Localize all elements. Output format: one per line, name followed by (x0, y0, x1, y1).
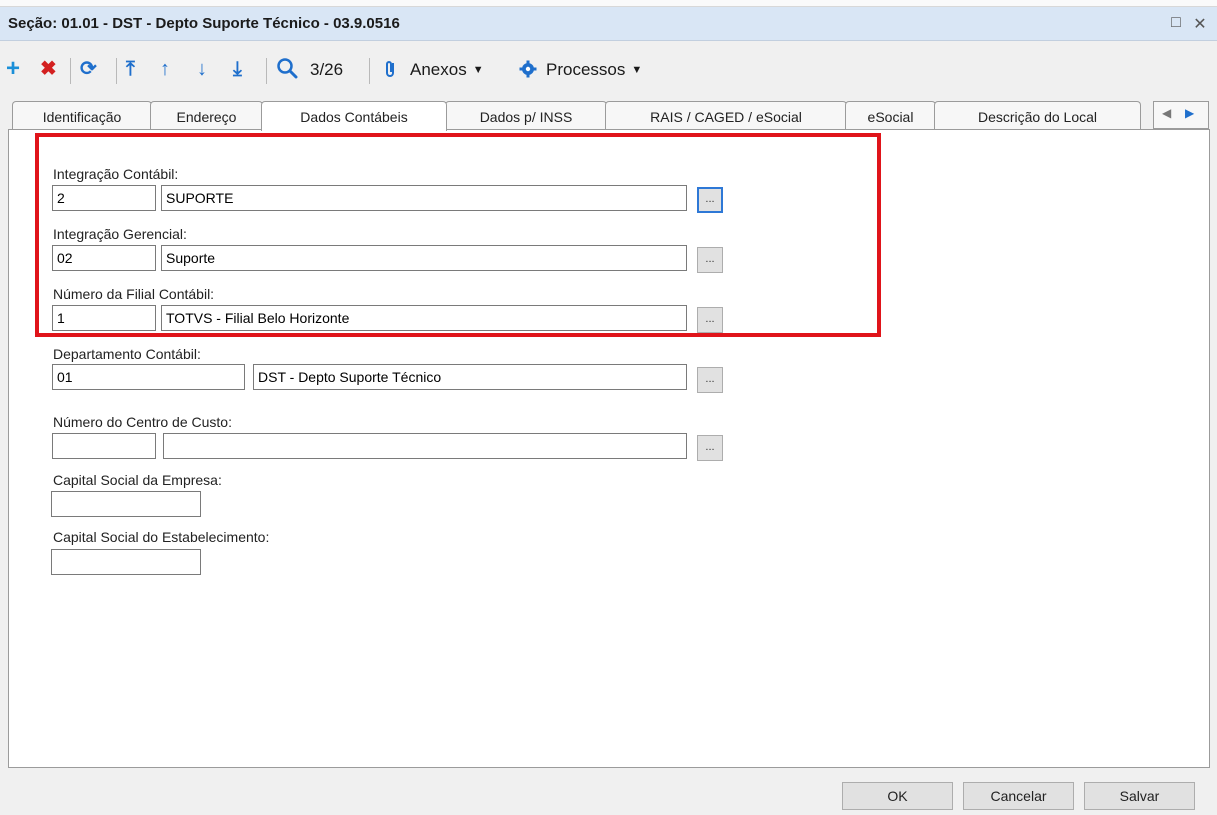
toolbar-separator (116, 58, 117, 84)
tab-scroll: ◀ ▶ (1153, 101, 1209, 129)
gear-icon[interactable] (519, 60, 537, 83)
tab-descricao-local[interactable]: Descrição do Local (934, 101, 1141, 129)
toolbar-separator (266, 58, 267, 84)
capital-estabelecimento-label: Capital Social do Estabelecimento: (53, 529, 270, 545)
record-counter: 3/26 (310, 60, 344, 79)
capital-empresa-label: Capital Social da Empresa: (53, 472, 222, 488)
window-title: Seção: 01.01 - DST - Depto Suporte Técni… (8, 15, 400, 32)
previous-record-icon[interactable]: ↑ (160, 58, 170, 80)
close-icon[interactable]: ✕ (1190, 14, 1210, 34)
departamento-contabil-description-input[interactable]: DST - Depto Suporte Técnico (253, 364, 687, 390)
tab-scroll-left-icon[interactable]: ◀ (1162, 106, 1171, 120)
toolbar-separator (369, 58, 370, 84)
restore-icon[interactable]: □ (1166, 14, 1186, 32)
tab-endereco[interactable]: Endereço (150, 101, 263, 129)
delete-icon[interactable]: ✖ (40, 58, 57, 80)
centro-custo-lookup-button[interactable]: ... (697, 435, 723, 461)
save-button[interactable]: Salvar (1084, 782, 1195, 810)
capital-empresa-input[interactable] (51, 491, 201, 517)
departamento-contabil-label: Departamento Contábil: (53, 346, 201, 362)
add-icon[interactable]: + (6, 57, 20, 81)
first-record-icon[interactable]: ⤒ (126, 58, 135, 80)
toolbar: + ✖ ⟳ ⤒ ↑ ↓ ⤓ 3/26 Anexos ▼ Processos ▼ (0, 50, 1217, 90)
processes-menu[interactable]: Processos ▼ (546, 60, 642, 80)
tab-identificacao[interactable]: Identificação (12, 101, 152, 129)
chevron-down-icon: ▼ (631, 64, 643, 76)
ok-button[interactable]: OK (842, 782, 953, 810)
tab-dados-contabeis[interactable]: Dados Contábeis (261, 101, 447, 131)
refresh-icon[interactable]: ⟳ (80, 58, 97, 80)
departamento-contabil-code-input[interactable]: 01 (52, 364, 245, 390)
paperclip-icon[interactable] (384, 59, 398, 84)
tab-dados-inss[interactable]: Dados p/ INSS (445, 101, 607, 129)
centro-custo-code-input[interactable] (52, 433, 156, 459)
capital-estabelecimento-input[interactable] (51, 549, 201, 575)
top-strip (0, 0, 1217, 7)
tab-scroll-right-icon[interactable]: ▶ (1185, 106, 1194, 120)
tab-esocial[interactable]: eSocial (845, 101, 936, 129)
departamento-contabil-lookup-button[interactable]: ... (697, 367, 723, 393)
processes-label: Processos (546, 60, 626, 79)
centro-custo-label: Número do Centro de Custo: (53, 414, 232, 430)
chevron-down-icon: ▼ (472, 64, 484, 76)
attachments-label: Anexos (410, 60, 467, 79)
title-bar: Seção: 01.01 - DST - Depto Suporte Técni… (0, 7, 1217, 41)
next-record-icon[interactable]: ↓ (197, 58, 207, 80)
toolbar-separator (70, 58, 71, 84)
centro-custo-description-input[interactable] (163, 433, 687, 459)
tab-rais-caged-esocial[interactable]: RAIS / CAGED / eSocial (605, 101, 847, 129)
attachments-menu[interactable]: Anexos ▼ (410, 60, 484, 80)
search-icon[interactable] (276, 57, 298, 84)
last-record-icon[interactable]: ⤓ (233, 58, 242, 80)
highlight-box (35, 133, 881, 337)
cancel-button[interactable]: Cancelar (963, 782, 1074, 810)
